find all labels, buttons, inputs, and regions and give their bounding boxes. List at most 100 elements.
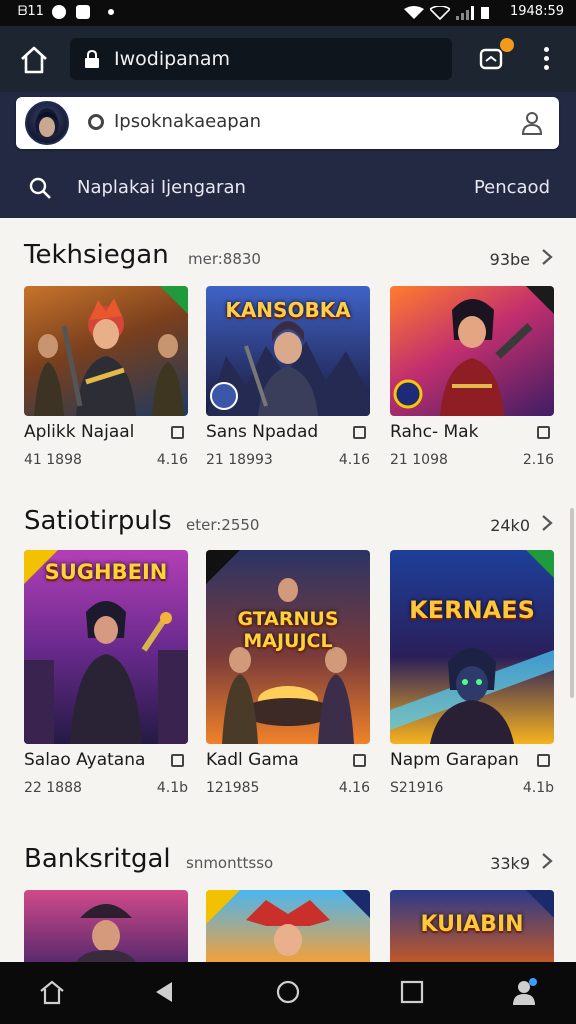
search-icon[interactable]	[28, 176, 52, 200]
app-icon	[76, 5, 90, 19]
section-meta: mer:8830	[188, 250, 261, 268]
recents-icon[interactable]	[398, 978, 426, 1006]
app-thumbnail[interactable]: KERNAES	[390, 550, 554, 744]
download-count: 21 1098	[390, 452, 448, 468]
battery-icon	[481, 7, 489, 19]
app-name: Rahc- Mak	[390, 422, 479, 442]
install-checkbox[interactable]	[537, 426, 550, 439]
install-checkbox[interactable]	[171, 754, 184, 767]
section-more-link[interactable]: 93be	[490, 250, 530, 269]
wifi-icon	[404, 6, 424, 19]
app-thumbnail[interactable]	[24, 890, 188, 962]
app-card[interactable]: Rahc- Mak 21 1098 2.16	[390, 286, 556, 476]
rating: 2.16	[522, 452, 554, 468]
home-icon[interactable]	[18, 44, 50, 76]
app-card[interactable]: GTARNUS MAJUJCL Kadl Gama 121985 4.16	[206, 550, 372, 806]
dot-icon	[108, 9, 114, 15]
section-1: Tekhsiegan mer:8830 93be Aplikk Najaal 4…	[0, 240, 576, 500]
download-count: 22 1888	[24, 780, 82, 796]
badge-ribbon	[206, 550, 240, 584]
section-title: Satiotirpuls	[24, 506, 172, 536]
section-more-link[interactable]: 33k9	[490, 854, 530, 873]
section-title: Tekhsiegan	[24, 240, 169, 270]
app-card[interactable]	[24, 890, 190, 962]
app-card[interactable]: Aplikk Najaal 41 1898 4.16	[24, 286, 190, 476]
home-icon[interactable]	[38, 978, 66, 1006]
rating: 4.1b	[522, 780, 554, 796]
app-thumbnail[interactable]: KANSOBKA	[206, 286, 370, 416]
art-title: KANSOBKA	[225, 298, 351, 322]
section-3: Banksritgal snmonttsso 33k9 KUIABIN	[0, 844, 576, 962]
rating: 4.16	[338, 452, 370, 468]
search-placeholder: Naplakai Ijengaran	[77, 177, 246, 198]
game-art-icon	[76, 904, 136, 962]
app-list: Tekhsiegan mer:8830 93be Aplikk Najaal 4…	[0, 218, 576, 962]
app-card[interactable]: SUGHBEIN Salao Ayatana 22 1888 4.1b	[24, 550, 190, 806]
address-bar[interactable]: Iwodipanam	[70, 38, 452, 80]
back-icon[interactable]	[150, 978, 178, 1006]
app-card[interactable]: KERNAES Napm Garapan S21916 4.1b	[390, 550, 556, 806]
status-bar: ᗷ11 1948:59	[0, 0, 576, 26]
install-checkbox[interactable]	[171, 426, 184, 439]
chevron-right-icon[interactable]	[540, 248, 554, 266]
system-nav-bar	[0, 962, 576, 1024]
status-clock: 1948:59	[509, 4, 564, 19]
account-bar[interactable]: Ipsoknakaeapan	[16, 97, 559, 149]
app-name: Kadl Gama	[206, 750, 299, 770]
install-checkbox[interactable]	[353, 754, 366, 767]
art-title: SUGHBEIN	[44, 560, 168, 584]
section-meta: snmonttsso	[186, 854, 274, 872]
section-2: Satiotirpuls eter:2550 24k0 SUGHBEIN Sal…	[0, 506, 576, 806]
play-store-header: Ipsoknakaeapan Naplakai Ijengaran Pencao…	[0, 92, 576, 218]
app-card[interactable]: KUIABIN	[390, 890, 556, 962]
art-title: KERNAES	[409, 596, 535, 624]
app-thumbnail[interactable]: KUIABIN	[390, 890, 554, 962]
account-text: Ipsoknakaeapan	[114, 111, 262, 132]
app-thumbnail[interactable]: GTARNUS MAJUJCL	[206, 550, 370, 744]
section-meta: eter:2550	[186, 516, 260, 534]
cell-signal-icon	[456, 6, 474, 20]
avatar[interactable]	[25, 101, 69, 145]
app-card[interactable]	[206, 890, 372, 962]
lock-icon	[85, 50, 99, 68]
app-thumbnail[interactable]	[206, 890, 370, 962]
scrollbar[interactable]	[570, 508, 574, 698]
search-bar[interactable]: Naplakai Ijengaran Pencaod	[0, 166, 576, 212]
rating: 4.1b	[156, 780, 188, 796]
home-circle-icon[interactable]	[274, 978, 302, 1006]
notification-badge	[500, 38, 514, 52]
app-thumbnail[interactable]	[24, 286, 188, 416]
person-icon[interactable]	[521, 111, 543, 135]
install-checkbox[interactable]	[537, 754, 550, 767]
notification-icon	[52, 5, 66, 19]
install-checkbox[interactable]	[353, 426, 366, 439]
download-count: 121985	[206, 780, 260, 796]
download-count: 41 1898	[24, 452, 82, 468]
status-time: ᗷ11	[18, 4, 44, 19]
badge-ribbon	[206, 890, 240, 924]
overflow-menu-icon[interactable]	[536, 44, 556, 74]
section-more-link[interactable]: 24k0	[490, 516, 530, 535]
url-text: Iwodipanam	[114, 48, 231, 70]
avatar-face-icon	[35, 108, 59, 137]
app-thumbnail[interactable]: SUGHBEIN	[24, 550, 188, 744]
app-card[interactable]: KANSOBKA Sans Npadad 21 18993 4.16	[206, 286, 372, 476]
app-name: Aplikk Najaal	[24, 422, 135, 442]
search-action-button[interactable]: Pencaod	[474, 177, 550, 198]
art-title: GTARNUS MAJUJCL	[237, 608, 339, 652]
rating: 4.16	[156, 452, 188, 468]
app-thumbnail[interactable]	[390, 286, 554, 416]
account-icon[interactable]	[510, 978, 538, 1006]
google-icon	[88, 114, 104, 130]
badge-ribbon	[160, 286, 188, 314]
chevron-right-icon[interactable]	[540, 514, 554, 532]
game-art-icon	[390, 648, 554, 744]
app-name: Sans Npadad	[206, 422, 319, 442]
rating: 4.16	[338, 780, 370, 796]
chevron-right-icon[interactable]	[540, 852, 554, 870]
download-count: S21916	[390, 780, 444, 796]
wifi-outline-icon	[430, 6, 450, 20]
download-count: 21 18993	[206, 452, 273, 468]
badge-ribbon	[526, 286, 554, 314]
browser-toolbar: Iwodipanam	[0, 26, 576, 92]
